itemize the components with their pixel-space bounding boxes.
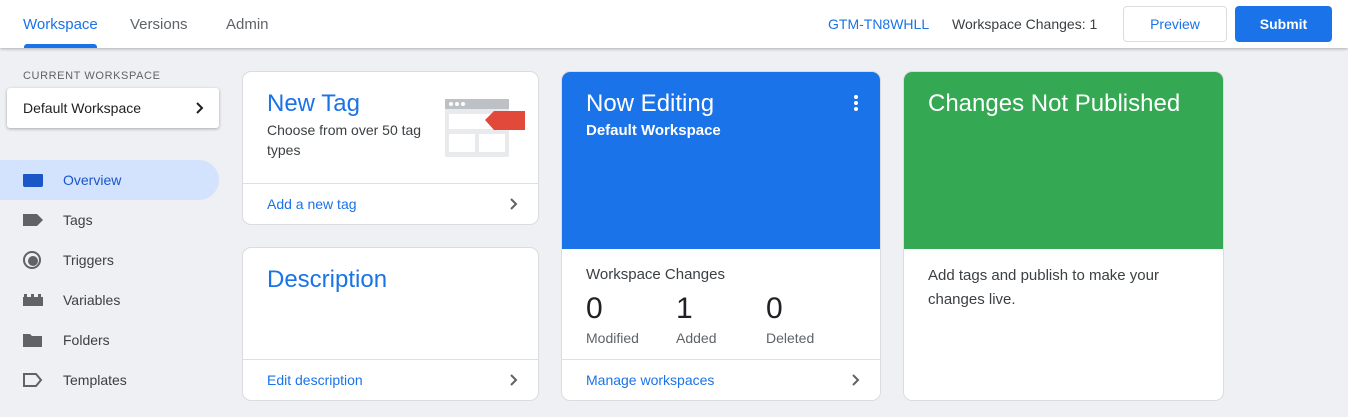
folder-icon <box>23 334 42 347</box>
modified-label: Modified <box>586 330 639 346</box>
now-editing-title: Now Editing <box>586 90 715 117</box>
chevron-right-icon <box>510 198 518 210</box>
overview-icon <box>23 174 43 187</box>
workspace-name: Default Workspace <box>23 100 142 116</box>
workspace-changes-title: Workspace Changes <box>586 266 725 283</box>
active-tab-indicator <box>24 44 97 48</box>
sidebar-item-templates[interactable]: Templates <box>0 360 219 400</box>
chevron-right-icon <box>852 374 860 386</box>
sidebar-item-label: Triggers <box>63 252 114 268</box>
tag-icon <box>23 214 43 226</box>
deleted-count: 0 <box>766 292 783 325</box>
description-card: Description Edit description <box>243 248 538 400</box>
edit-description-link[interactable]: Edit description <box>267 372 363 388</box>
description-footer[interactable]: Edit description <box>243 359 538 400</box>
trigger-icon <box>23 251 41 269</box>
added-count: 1 <box>676 292 693 325</box>
tab-workspace[interactable]: Workspace <box>23 16 98 33</box>
sidebar-item-label: Tags <box>63 212 93 228</box>
chevron-right-icon <box>196 102 204 114</box>
manage-workspaces-link[interactable]: Manage workspaces <box>586 372 714 388</box>
new-tag-footer[interactable]: Add a new tag <box>243 183 538 224</box>
template-icon <box>23 373 43 387</box>
now-editing-footer[interactable]: Manage workspaces <box>562 359 880 400</box>
add-new-tag-link[interactable]: Add a new tag <box>267 196 357 212</box>
variables-icon <box>23 294 43 306</box>
top-bar: Workspace Versions Admin GTM-TN8WHLL Wor… <box>0 0 1348 48</box>
preview-button[interactable]: Preview <box>1123 6 1227 42</box>
sidebar-item-label: Overview <box>63 172 122 188</box>
sidebar-item-triggers[interactable]: Triggers <box>0 240 219 280</box>
now-editing-workspace: Default Workspace <box>586 122 721 139</box>
new-tag-card: New Tag Choose from over 50 tag types Ad… <box>243 72 538 224</box>
deleted-label: Deleted <box>766 330 815 346</box>
new-tag-title[interactable]: New Tag <box>267 90 360 118</box>
sidebar-item-label: Templates <box>63 372 127 388</box>
tab-admin[interactable]: Admin <box>226 16 269 33</box>
workspace-changes-count: Workspace Changes: 1 <box>952 16 1098 32</box>
changes-not-published-card: Changes Not Published Add tags and publi… <box>904 72 1223 400</box>
modified-count: 0 <box>586 292 603 325</box>
added-label: Added <box>676 330 717 346</box>
now-editing-card: Now Editing Default Workspace Workspace … <box>562 72 880 400</box>
current-workspace-label: CURRENT WORKSPACE <box>23 70 161 82</box>
changes-not-published-text: Add tags and publish to make your change… <box>928 267 1159 308</box>
changes-not-published-header: Changes Not Published <box>904 72 1223 249</box>
now-editing-header: Now Editing Default Workspace <box>562 72 880 249</box>
new-tag-description: Choose from over 50 tag types <box>267 122 422 158</box>
changes-not-published-title: Changes Not Published <box>928 90 1181 117</box>
sidebar-item-label: Folders <box>63 332 110 348</box>
tab-versions[interactable]: Versions <box>130 16 188 33</box>
tag-illustration-icon <box>445 99 525 157</box>
description-title[interactable]: Description <box>267 266 387 294</box>
workspace-selector[interactable]: Default Workspace <box>7 88 219 128</box>
sidebar-item-label: Variables <box>63 292 121 308</box>
submit-button[interactable]: Submit <box>1235 6 1332 42</box>
sidebar-item-tags[interactable]: Tags <box>0 200 219 240</box>
sidebar-item-overview[interactable]: Overview <box>0 160 219 200</box>
sidebar-item-variables[interactable]: Variables <box>0 280 219 320</box>
chevron-right-icon <box>510 374 518 386</box>
sidebar-item-folders[interactable]: Folders <box>0 320 219 360</box>
container-id-link[interactable]: GTM-TN8WHLL <box>828 16 929 32</box>
more-options-icon[interactable] <box>850 94 862 112</box>
